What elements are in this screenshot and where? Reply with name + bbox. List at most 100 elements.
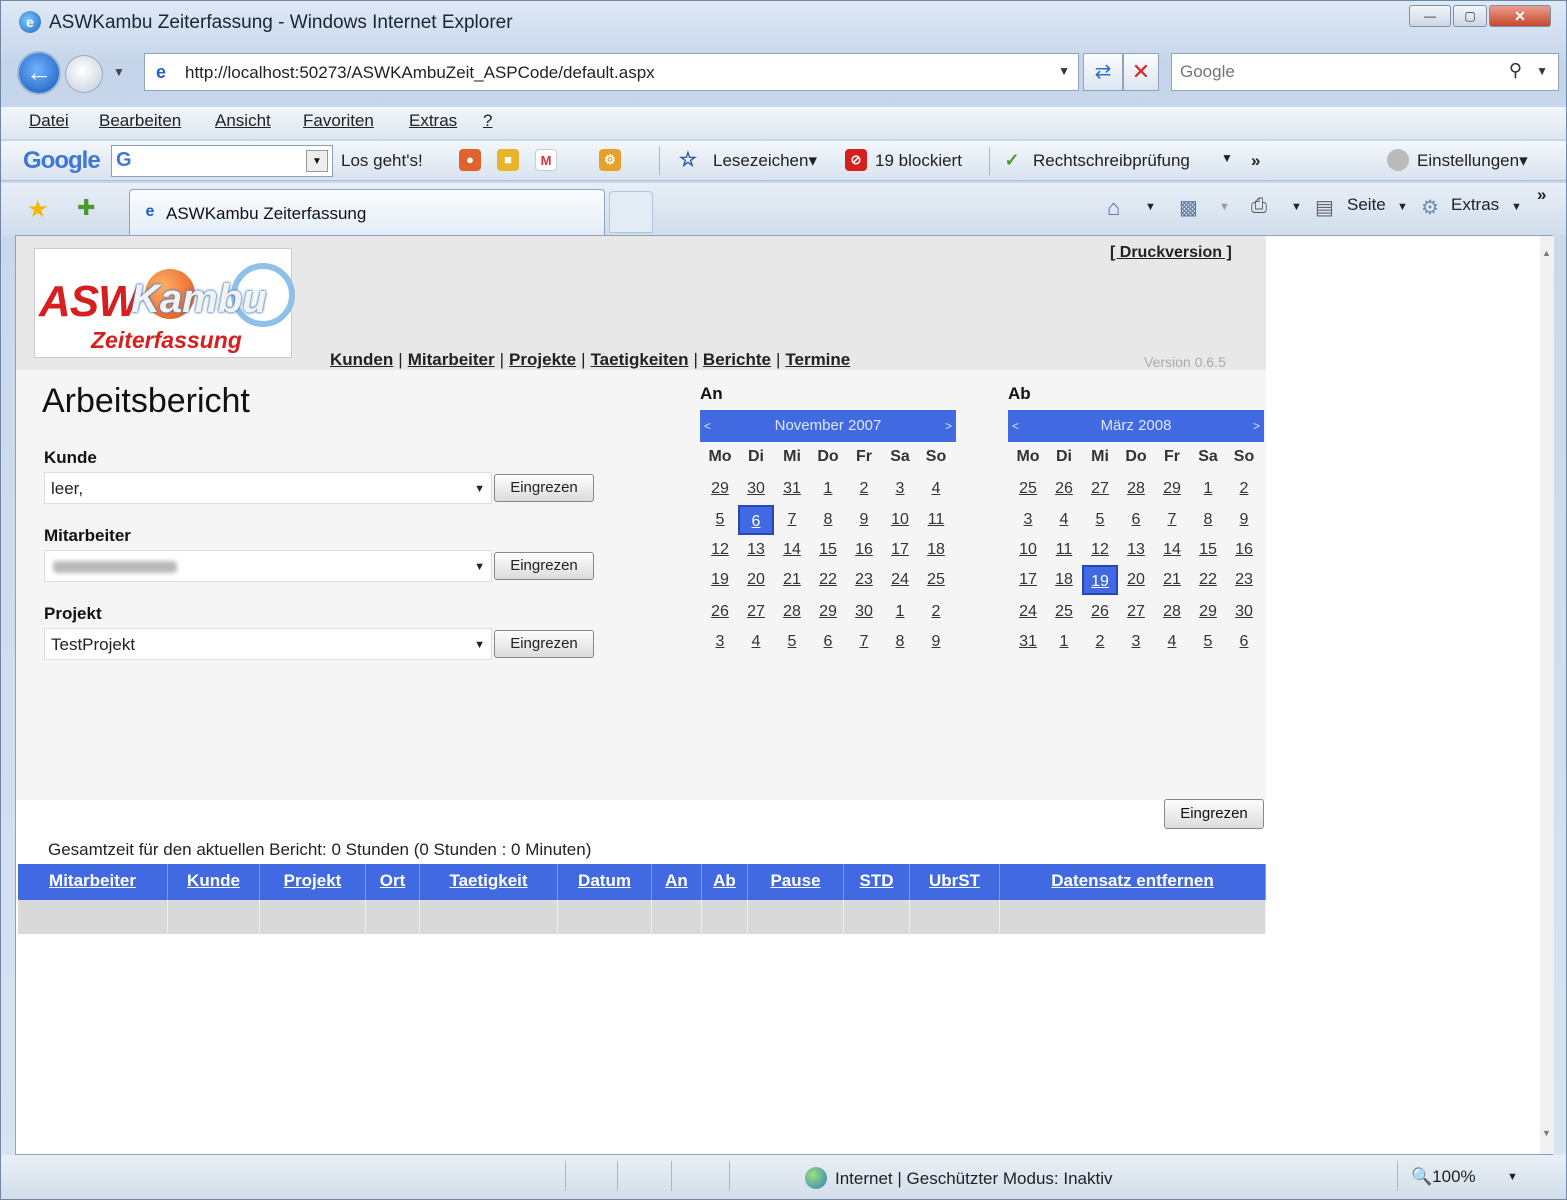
calendar-day[interactable]: 4 [738,627,774,657]
calendar-day[interactable]: 12 [702,535,738,565]
column-header[interactable]: STD [844,864,910,900]
calendar-day[interactable]: 28 [1154,597,1190,627]
calendar-day[interactable]: 4 [918,474,954,504]
refresh-button[interactable]: ⇄ [1083,53,1123,91]
search-input[interactable] [1180,62,1480,82]
column-header[interactable]: Datum [558,864,652,900]
calendar-day[interactable]: 31 [1010,627,1046,657]
kunde-filter-button[interactable]: Eingrezen [494,474,594,502]
calendar-day[interactable]: 3 [1010,505,1046,535]
google-search-box[interactable]: G ▼ [111,145,333,177]
calendar-day[interactable]: 2 [846,474,882,504]
calendar-day[interactable]: 25 [1010,474,1046,504]
back-button[interactable]: ← [17,51,61,95]
command-chevron-icon[interactable]: » [1537,185,1546,205]
column-header[interactable]: Ort [366,864,420,900]
calendar-day[interactable]: 16 [1226,535,1262,565]
calendar-day[interactable]: 19 [1082,565,1118,595]
calendar-day[interactable]: 19 [702,565,738,595]
calendar-day[interactable]: 1 [810,474,846,504]
calendar-day[interactable]: 22 [1190,565,1226,595]
calendar-day[interactable]: 24 [1010,597,1046,627]
page-menu-icon[interactable]: ▤ [1315,195,1334,220]
print-version-link[interactable]: [ Druckversion ] [1110,244,1232,262]
calendar-day[interactable]: 5 [702,505,738,535]
menu-extras[interactable]: Extras [409,111,457,131]
calendar-day[interactable]: 5 [1190,627,1226,657]
calendar-day[interactable]: 3 [882,474,918,504]
calendar-day[interactable]: 30 [846,597,882,627]
calendar-day[interactable]: 23 [1226,565,1262,595]
calendar-day[interactable]: 22 [810,565,846,595]
calendar-day[interactable]: 6 [1226,627,1262,657]
calendar-day[interactable]: 29 [810,597,846,627]
column-header[interactable]: Mitarbeiter [18,864,168,900]
calendar-day[interactable]: 14 [1154,535,1190,565]
nav-berichte[interactable]: Berichte [703,350,771,369]
calendar-prev-month[interactable]: < [704,410,711,442]
mitarbeiter-filter-button[interactable]: Eingrezen [494,552,594,580]
calendar-day[interactable]: 14 [774,535,810,565]
news-icon[interactable]: ● [459,149,481,171]
calendar-day[interactable]: 6 [738,505,774,535]
zoom-dropdown-icon[interactable]: ▼ [1507,1171,1518,1183]
nav-kunden[interactable]: Kunden [330,350,393,369]
calendar-day[interactable]: 1 [1046,627,1082,657]
tools-menu-button[interactable]: Extras [1451,195,1499,215]
popup-blocker-icon[interactable]: ⊘ [845,149,867,171]
close-button[interactable]: ✕ [1489,5,1551,27]
calendar-day[interactable]: 27 [1118,597,1154,627]
calendar-day[interactable]: 7 [1154,505,1190,535]
home-dropdown-icon[interactable]: ▼ [1145,201,1156,213]
projekt-filter-button[interactable]: Eingrezen [494,630,594,658]
column-header[interactable]: An [652,864,702,900]
calendar-day[interactable]: 11 [1046,535,1082,565]
bookmarks-button[interactable]: Lesezeichen▾ [713,151,817,171]
calendar-day[interactable]: 3 [1118,627,1154,657]
column-header[interactable]: Projekt [260,864,366,900]
calendar-prev-month[interactable]: < [1012,410,1019,442]
calendar-day[interactable]: 17 [882,535,918,565]
search-box[interactable]: ⚲ ▼ [1171,53,1559,91]
calendar-day[interactable]: 18 [918,535,954,565]
calendar-day[interactable]: 15 [810,535,846,565]
nav-mitarbeiter[interactable]: Mitarbeiter [408,350,495,369]
zoom-level[interactable]: 🔍100% [1411,1167,1476,1187]
calendar-day[interactable]: 12 [1082,535,1118,565]
calendar-day[interactable]: 25 [1046,597,1082,627]
spellcheck-button[interactable]: Rechtschreibprüfung [1033,151,1190,171]
address-dropdown-icon[interactable]: ▼ [1058,64,1070,78]
date-filter-button[interactable]: Eingrezen [1164,799,1264,829]
page-dropdown-icon[interactable]: ▼ [1397,201,1408,213]
page-menu-button[interactable]: Seite [1347,195,1386,215]
address-url[interactable]: http://localhost:50273/ASWKAmbuZeit_ASPC… [185,63,655,83]
favorites-star-icon[interactable]: ★ [27,195,49,224]
calendar-day[interactable]: 21 [1154,565,1190,595]
tools-dropdown-icon[interactable]: ▼ [1511,201,1522,213]
calendar-day[interactable]: 9 [1226,505,1262,535]
menu-favoriten[interactable]: Favoriten [303,111,374,131]
calendar-day[interactable]: 4 [1154,627,1190,657]
calendar-day[interactable]: 18 [1046,565,1082,595]
maximize-button[interactable]: ▢ [1453,5,1487,27]
calendar-day[interactable]: 29 [1154,474,1190,504]
calendar-day[interactable]: 27 [1082,474,1118,504]
calendar-day[interactable]: 20 [1118,565,1154,595]
stop-button[interactable]: ✕ [1123,53,1159,91]
forward-button[interactable] [65,55,103,93]
calendar-day[interactable]: 27 [738,597,774,627]
bookmark-folder-icon[interactable]: ■ [497,149,519,171]
calendar-day[interactable]: 26 [1082,597,1118,627]
calendar-day[interactable]: 11 [918,505,954,535]
site-logo[interactable]: ASW Kambu Zeiterfassung [34,248,295,358]
calendar-day[interactable]: 10 [1010,535,1046,565]
column-header[interactable]: Ab [702,864,748,900]
popup-blocked-count[interactable]: 19 blockiert [875,151,962,171]
print-icon[interactable]: ⎙ [1251,195,1267,218]
calendar-day[interactable]: 2 [1226,474,1262,504]
calendar-day[interactable]: 31 [774,474,810,504]
calendar-day[interactable]: 26 [1046,474,1082,504]
address-bar[interactable]: e http://localhost:50273/ASWKAmbuZeit_AS… [144,53,1079,91]
calendar-next-month[interactable]: > [945,410,952,442]
security-zone-text[interactable]: Internet | Geschützter Modus: Inaktiv [835,1169,1113,1189]
